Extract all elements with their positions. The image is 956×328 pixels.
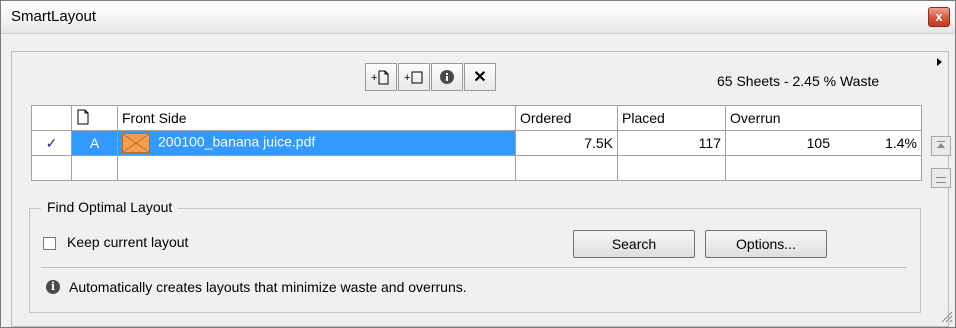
divider (41, 267, 907, 268)
empty-cell[interactable] (117, 155, 516, 181)
add-sheet-button[interactable]: + (398, 63, 430, 91)
col-header-overrun[interactable]: Overrun (725, 105, 922, 131)
row-overrun[interactable]: 105 1.4% (725, 130, 922, 156)
move-down-icon (932, 174, 950, 190)
empty-cell[interactable] (515, 155, 618, 181)
page-icon (76, 109, 90, 128)
layout-table: Front Side Ordered Placed Overrun ✓ A 20… (31, 105, 922, 181)
col-header-ordered[interactable]: Ordered (515, 105, 618, 131)
empty-cell[interactable] (71, 155, 118, 181)
row-front-side[interactable]: 200100_banana juice.pdf (117, 130, 516, 156)
col-header-placed[interactable]: Placed (617, 105, 726, 131)
empty-cell[interactable] (725, 155, 922, 181)
close-icon: x (935, 9, 943, 24)
move-down-button[interactable] (931, 168, 951, 188)
title-bar[interactable]: SmartLayout x (1, 1, 955, 34)
table-header-row: Front Side Ordered Placed Overrun (31, 105, 922, 131)
smartlayout-window: SmartLayout x + + ✕ 65 Sheets - 2.45 % W… (0, 0, 956, 328)
options-button[interactable]: Options... (705, 230, 827, 258)
resize-grip-icon[interactable] (939, 309, 953, 323)
col-header-check (31, 105, 72, 131)
window-title: SmartLayout (11, 8, 97, 25)
move-up-icon (932, 141, 950, 158)
sheets-summary: 65 Sheets - 2.45 % Waste (717, 73, 880, 89)
delete-icon: ✕ (473, 69, 487, 86)
empty-cell[interactable] (617, 155, 726, 181)
add-sheet-icon: + (404, 69, 424, 85)
add-page-icon: + (371, 69, 391, 85)
col-header-page (71, 105, 118, 131)
expand-arrow-icon[interactable] (937, 58, 942, 66)
close-button[interactable]: x (928, 7, 950, 27)
info-button[interactable] (431, 63, 463, 91)
svg-text:+: + (371, 72, 377, 84)
row-id[interactable]: A (71, 130, 118, 156)
search-button[interactable]: Search (573, 230, 695, 258)
svg-text:+: + (404, 72, 410, 84)
col-header-front-side[interactable]: Front Side (117, 105, 516, 131)
find-optimal-layout-group (29, 208, 921, 313)
delete-button[interactable]: ✕ (464, 63, 496, 91)
row-placed[interactable]: 117 (617, 130, 726, 156)
row-ordered[interactable]: 7.5K (515, 130, 618, 156)
empty-cell[interactable] (31, 155, 72, 181)
table-row[interactable]: ✓ A 200100_banana juice.pdf 7.5K 117 105… (31, 130, 922, 156)
row-check-icon[interactable]: ✓ (31, 130, 72, 156)
keep-current-layout-label[interactable]: Keep current layout (67, 234, 188, 250)
find-optimal-layout-label: Find Optimal Layout (41, 199, 179, 215)
info-icon: i (46, 280, 60, 294)
overrun-percent: 1.4% (885, 135, 917, 151)
add-page-button[interactable]: + (365, 63, 397, 91)
keep-current-layout-checkbox[interactable] (43, 237, 56, 250)
move-up-button[interactable] (931, 136, 951, 156)
toolbar: + + ✕ (365, 63, 497, 91)
info-text: Automatically creates layouts that minim… (69, 279, 467, 295)
front-side-filename: 200100_banana juice.pdf (158, 133, 316, 150)
info-icon (439, 69, 455, 85)
overrun-value: 105 (806, 135, 830, 151)
pdf-thumbnail-icon (122, 133, 150, 153)
table-row-empty[interactable] (31, 155, 922, 181)
